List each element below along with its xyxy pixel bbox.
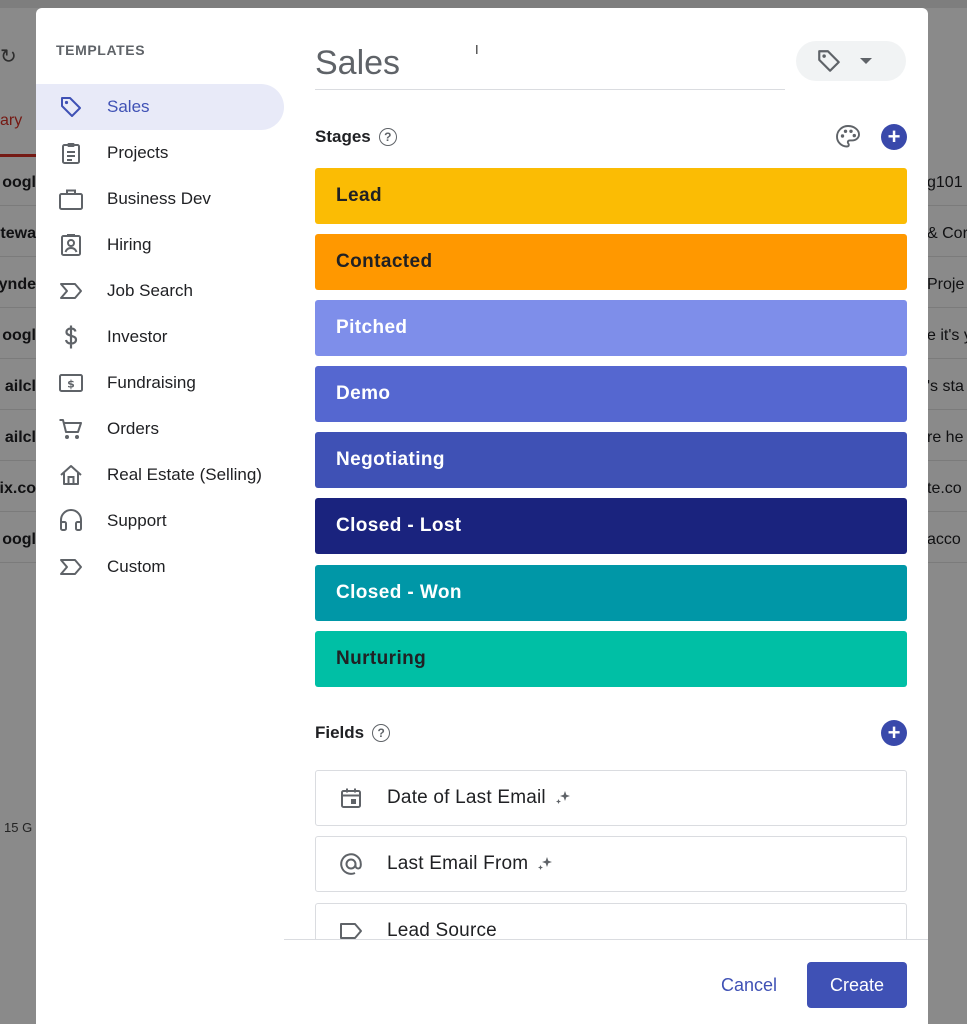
- template-editor: I Stages ? + Lead Contacted Pitched Demo…: [315, 8, 928, 1024]
- fields-label: Fields: [315, 723, 365, 742]
- stage-closed-won[interactable]: Closed - Won: [315, 565, 907, 621]
- sidebar-item-real-estate[interactable]: Real Estate (Selling): [36, 452, 294, 498]
- badge-icon: [56, 232, 86, 258]
- stage-demo[interactable]: Demo: [315, 366, 907, 422]
- sidebar-item-label: Job Search: [107, 281, 193, 300]
- chevron-down-icon: [860, 58, 872, 64]
- sidebar-item-business-dev[interactable]: Business Dev: [36, 176, 294, 222]
- help-icon[interactable]: ?: [372, 724, 391, 742]
- at-sign-icon: [338, 851, 364, 877]
- fields-list: Date of Last Email Last Email From Lead …: [315, 763, 928, 939]
- headset-icon: [56, 508, 86, 534]
- sidebar-item-label: Support: [107, 511, 167, 530]
- sidebar-item-fundraising[interactable]: $ Fundraising: [36, 360, 294, 406]
- money-bill-icon: $: [56, 370, 86, 396]
- add-field-button[interactable]: +: [881, 720, 907, 746]
- stage-negotiating[interactable]: Negotiating: [315, 432, 907, 488]
- sidebar-item-label: Real Estate (Selling): [107, 465, 262, 484]
- sidebar-item-label: Orders: [107, 419, 159, 438]
- svg-text:$: $: [67, 378, 75, 391]
- label-icon: [338, 918, 364, 939]
- sidebar-item-label: Business Dev: [107, 189, 211, 208]
- stages-header: Stages ? +: [315, 122, 907, 152]
- sidebar-item-label: Hiring: [107, 235, 152, 254]
- templates-sidebar: TEMPLATES Sales Projects Business Dev Hi…: [36, 8, 294, 1024]
- text-cursor-icon: I: [475, 42, 479, 57]
- sidebar-item-support[interactable]: Support: [36, 498, 294, 544]
- stage-nurturing[interactable]: Nurturing: [315, 631, 907, 687]
- sparkle-icon: [536, 855, 554, 873]
- sidebar-item-sales[interactable]: Sales: [36, 84, 284, 130]
- field-label: Lead Source: [387, 920, 497, 939]
- template-dialog: TEMPLATES Sales Projects Business Dev Hi…: [36, 8, 928, 1024]
- fields-header: Fields ? +: [315, 718, 907, 748]
- dollar-icon: [56, 324, 86, 350]
- label-arrow-icon: [56, 554, 86, 580]
- add-stage-button[interactable]: +: [881, 124, 907, 150]
- briefcase-icon: [56, 186, 86, 212]
- cart-icon: [56, 416, 86, 442]
- field-label: Date of Last Email: [387, 787, 546, 808]
- sidebar-item-investor[interactable]: Investor: [36, 314, 294, 360]
- sidebar-item-orders[interactable]: Orders: [36, 406, 294, 452]
- templates-list: Sales Projects Business Dev Hiring Job S…: [36, 84, 294, 590]
- field-label: Last Email From: [387, 853, 529, 874]
- sidebar-item-custom[interactable]: Custom: [36, 544, 294, 590]
- stage-lead[interactable]: Lead: [315, 168, 907, 224]
- dialog-footer: Cancel Create: [284, 939, 928, 1024]
- stages-label: Stages: [315, 127, 371, 146]
- sidebar-item-label: Projects: [107, 143, 169, 162]
- palette-icon[interactable]: [834, 123, 862, 151]
- sidebar-title: TEMPLATES: [56, 42, 146, 58]
- sidebar-item-label: Sales: [107, 97, 150, 116]
- template-name-input[interactable]: [315, 38, 785, 90]
- help-icon[interactable]: ?: [378, 128, 397, 146]
- stage-pitched[interactable]: Pitched: [315, 300, 907, 356]
- stage-closed-lost[interactable]: Closed - Lost: [315, 498, 907, 554]
- label-arrow-icon: [56, 278, 86, 304]
- sidebar-item-projects[interactable]: Projects: [36, 130, 294, 176]
- stage-contacted[interactable]: Contacted: [315, 234, 907, 290]
- tag-icon: [56, 94, 86, 120]
- calendar-icon: [338, 785, 364, 811]
- tag-icon: [816, 48, 842, 74]
- sidebar-item-job-search[interactable]: Job Search: [36, 268, 294, 314]
- sparkle-icon: [554, 789, 572, 807]
- sidebar-item-label: Investor: [107, 327, 168, 346]
- field-date-of-last-email[interactable]: Date of Last Email: [315, 770, 907, 826]
- clipboard-icon: [56, 140, 86, 166]
- sidebar-item-hiring[interactable]: Hiring: [36, 222, 294, 268]
- field-lead-source[interactable]: Lead Source: [315, 903, 907, 939]
- home-icon: [56, 462, 86, 488]
- sidebar-item-label: Custom: [107, 557, 166, 576]
- field-last-email-from[interactable]: Last Email From: [315, 836, 907, 892]
- tag-dropdown[interactable]: [796, 41, 906, 81]
- sidebar-item-label: Fundraising: [107, 373, 196, 392]
- cancel-button[interactable]: Cancel: [704, 962, 794, 1008]
- create-button[interactable]: Create: [807, 962, 907, 1008]
